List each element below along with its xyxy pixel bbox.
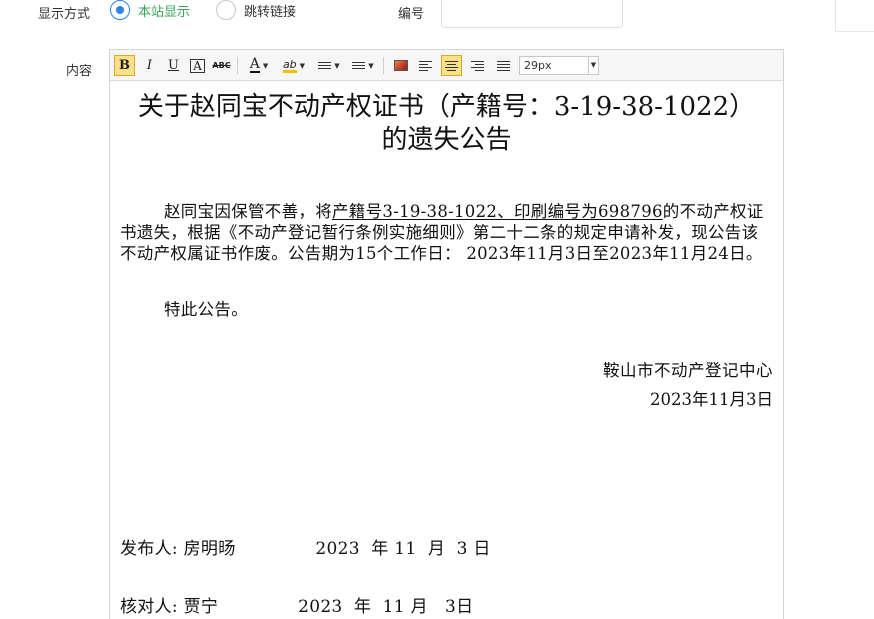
publisher-line: 发布人: 房明旸 2023 年 11 月 3 日 (120, 539, 491, 559)
notice-title: 关于赵同宝不动产权证书（产籍号：3-19-38-1022）的遗失公告 (137, 92, 756, 155)
body-text-start: 赵同宝因保管不善，将 (164, 202, 332, 221)
display-mode-label: 显示方式 (38, 7, 91, 22)
signature-date: 2023年11月3日 (650, 390, 773, 409)
number-input[interactable] (441, 0, 623, 28)
highlight-button[interactable]: ab ▼ (278, 55, 310, 76)
font-color-icon: A (249, 56, 260, 73)
notice-body-paragraph: 赵同宝因保管不善，将产籍号3-19-38-1022、印刷编号为698796的不动… (120, 201, 775, 264)
image-icon (393, 60, 408, 71)
chevron-down-icon: ▼ (334, 61, 340, 70)
radio-jump-link[interactable]: 跳转链接 (216, 0, 296, 20)
toolbar-divider (237, 57, 238, 74)
chevron-down-icon: ▼ (368, 61, 374, 70)
checker-line: 核对人: 贾宁 2023 年 11 月 3日 (120, 597, 474, 617)
align-left-icon (419, 60, 432, 72)
radio-checked-icon[interactable] (110, 0, 130, 20)
form-top-row: 显示方式 本站显示 跳转链接 编号 (0, 0, 874, 32)
unordered-list-button[interactable]: ▼ (348, 55, 378, 76)
unordered-list-icon (352, 60, 366, 72)
signature-organization: 鞍山市不动产登记中心 (603, 361, 773, 380)
radio-unchecked-icon[interactable] (216, 0, 236, 20)
chevron-down-icon: ▼ (262, 61, 269, 70)
rich-text-editor[interactable]: B I U A ABC A ▼ ab ▼ ▼ ▼ 29px ▼ 关于赵同宝不动产… (109, 49, 784, 619)
align-left-button[interactable] (415, 55, 436, 76)
strikethrough-button[interactable]: ABC (211, 55, 232, 76)
align-center-button[interactable] (441, 55, 462, 76)
content-label: 内容 (66, 64, 93, 79)
body-underlined-text: 产籍号3-19-38-1022、印刷编号为698796 (332, 202, 663, 221)
justify-button[interactable] (493, 55, 514, 76)
number-label: 编号 (398, 7, 425, 22)
ordered-list-button[interactable]: ▼ (314, 55, 344, 76)
highlight-icon: ab (282, 57, 297, 73)
editor-content[interactable]: 关于赵同宝不动产权证书（产籍号：3-19-38-1022）的遗失公告 赵同宝因保… (110, 81, 783, 619)
radio-site-display-label[interactable]: 本站显示 (138, 1, 190, 20)
editor-toolbar: B I U A ABC A ▼ ab ▼ ▼ ▼ 29px ▼ (110, 50, 783, 81)
font-color-button[interactable]: A ▼ (244, 55, 274, 76)
align-right-button[interactable] (467, 55, 488, 76)
notice-closing: 特此公告。 (164, 300, 248, 319)
insert-image-button[interactable] (390, 55, 411, 76)
chevron-down-icon: ▼ (299, 61, 306, 70)
side-panel-edge (835, 0, 874, 32)
toolbar-divider (383, 57, 384, 74)
italic-button[interactable]: I (139, 55, 160, 76)
radio-jump-link-label[interactable]: 跳转链接 (244, 1, 296, 20)
radio-site-display[interactable]: 本站显示 (110, 0, 190, 20)
bordered-text-glyph: A (190, 58, 205, 73)
align-right-icon (471, 60, 484, 72)
chevron-down-icon[interactable]: ▼ (588, 57, 598, 74)
bordered-text-button[interactable]: A (187, 55, 208, 76)
bold-button[interactable]: B (114, 55, 135, 76)
underline-button[interactable]: U (163, 55, 184, 76)
font-size-value: 29px (524, 59, 552, 72)
ordered-list-icon (318, 60, 332, 72)
align-center-icon (445, 60, 458, 72)
justify-icon (497, 60, 510, 72)
font-size-select[interactable]: 29px ▼ (519, 56, 599, 75)
